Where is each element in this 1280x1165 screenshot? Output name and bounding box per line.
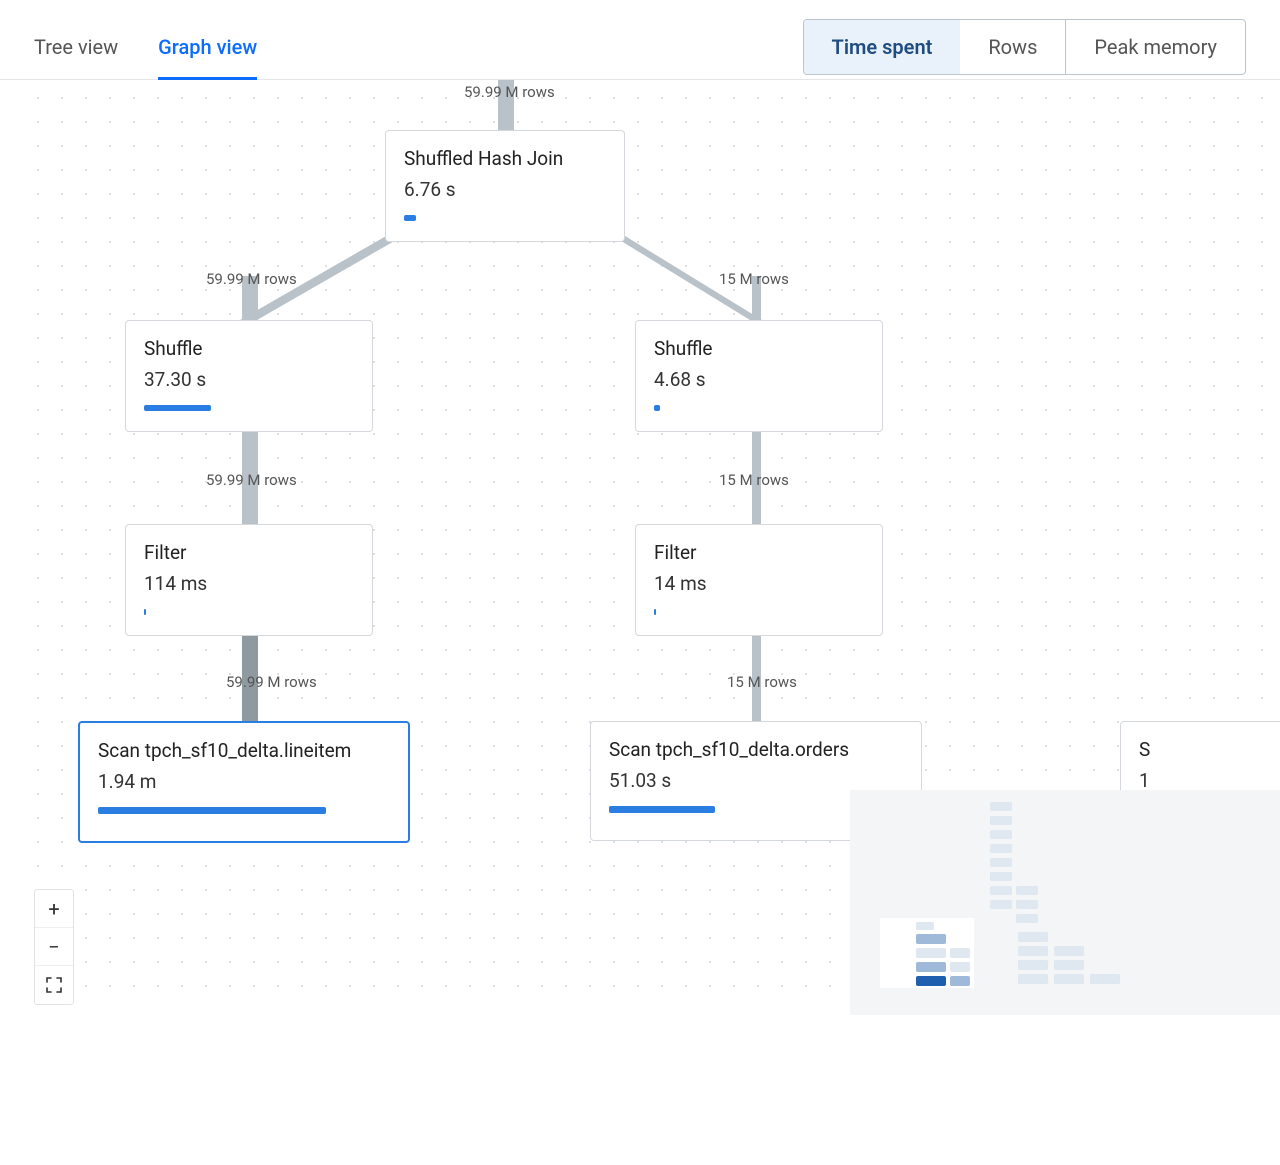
zoom-controls: + − xyxy=(34,889,74,1005)
node-title: Scan tpch_sf10_delta.lineitem xyxy=(98,739,390,762)
node-metric: 51.03 s xyxy=(609,769,903,792)
fullscreen-icon xyxy=(46,977,62,993)
minimap[interactable] xyxy=(850,790,1280,1015)
node-shuffle-left[interactable]: Shuffle 37.30 s xyxy=(125,320,373,432)
edge-rows: 15 M rows xyxy=(719,471,789,489)
zoom-in-button[interactable]: + xyxy=(35,890,73,928)
node-metric: 37.30 s xyxy=(144,368,354,391)
edge-rows: 59.99 M rows xyxy=(206,270,297,288)
node-title: S xyxy=(1139,738,1280,761)
node-title: Scan tpch_sf10_delta.orders xyxy=(609,738,903,761)
node-shuffle-right[interactable]: Shuffle 4.68 s xyxy=(635,320,883,432)
node-scan-lineitem[interactable]: Scan tpch_sf10_delta.lineitem 1.94 m xyxy=(78,721,410,843)
metric-toggle: Time spent Rows Peak memory xyxy=(803,19,1246,75)
node-metric: 1.94 m xyxy=(98,770,390,793)
edge-rows: 15 M rows xyxy=(719,270,789,288)
node-filter-left[interactable]: Filter 114 ms xyxy=(125,524,373,636)
node-metric: 6.76 s xyxy=(404,178,606,201)
node-shuffled-hash-join[interactable]: Shuffled Hash Join 6.76 s xyxy=(385,130,625,242)
zoom-out-button[interactable]: − xyxy=(35,928,73,966)
edge-rows: 59.99 M rows xyxy=(206,471,297,489)
node-title: Shuffle xyxy=(654,337,864,360)
node-metric: 14 ms xyxy=(654,572,864,595)
node-title: Shuffle xyxy=(144,337,354,360)
node-metric: 4.68 s xyxy=(654,368,864,391)
minus-icon: − xyxy=(48,935,59,959)
metric-time-spent[interactable]: Time spent xyxy=(803,19,962,75)
edge-rows: 59.99 M rows xyxy=(226,673,317,691)
node-metric: 114 ms xyxy=(144,572,354,595)
minimap-viewport[interactable] xyxy=(880,918,974,988)
node-title: Filter xyxy=(144,541,354,564)
metric-peak-memory[interactable]: Peak memory xyxy=(1066,20,1245,74)
node-title: Filter xyxy=(654,541,864,564)
tab-tree-view[interactable]: Tree view xyxy=(34,14,118,79)
tab-graph-view[interactable]: Graph view xyxy=(158,14,257,79)
edge-rows: 15 M rows xyxy=(727,673,797,691)
node-metric: 1 xyxy=(1139,769,1280,792)
plus-icon: + xyxy=(48,897,59,921)
node-filter-right[interactable]: Filter 14 ms xyxy=(635,524,883,636)
node-title: Shuffled Hash Join xyxy=(404,147,606,170)
edge-rows: 59.99 M rows xyxy=(464,83,555,101)
fit-button[interactable] xyxy=(35,966,73,1004)
metric-rows[interactable]: Rows xyxy=(960,20,1066,74)
